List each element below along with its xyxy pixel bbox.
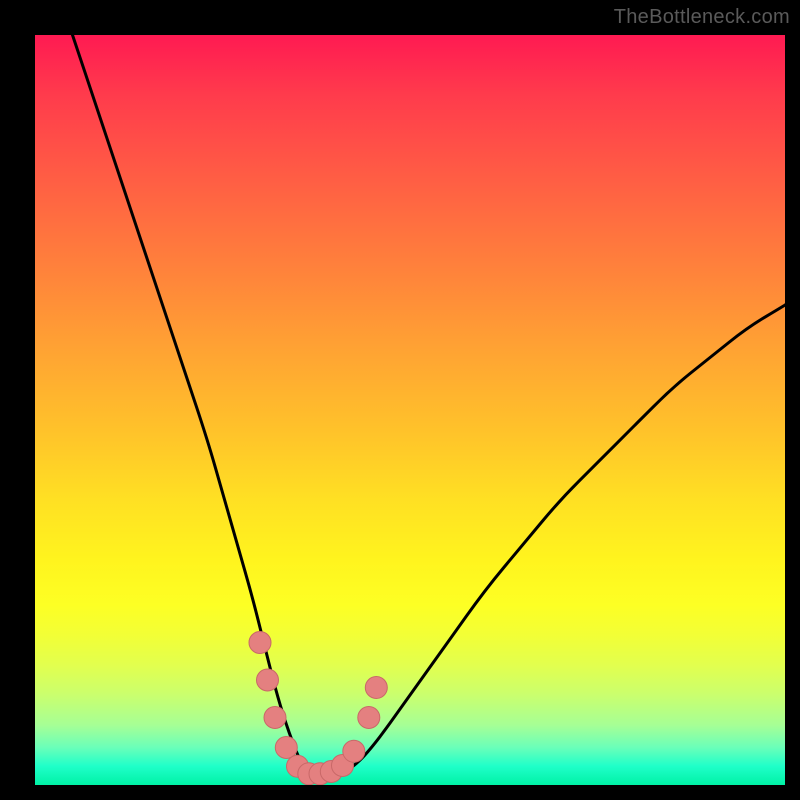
chart-svg	[35, 35, 785, 785]
curve-marker	[257, 669, 279, 691]
curve-marker	[264, 707, 286, 729]
curve-marker	[249, 632, 271, 654]
curve-marker	[358, 707, 380, 729]
curve-marker	[275, 737, 297, 759]
curve-marker	[365, 677, 387, 699]
watermark-text: TheBottleneck.com	[614, 6, 790, 29]
plot-area	[35, 35, 785, 785]
curve-markers	[249, 632, 387, 785]
curve-marker	[343, 740, 365, 762]
bottleneck-curve	[73, 35, 786, 775]
chart-frame: TheBottleneck.com	[0, 0, 800, 800]
